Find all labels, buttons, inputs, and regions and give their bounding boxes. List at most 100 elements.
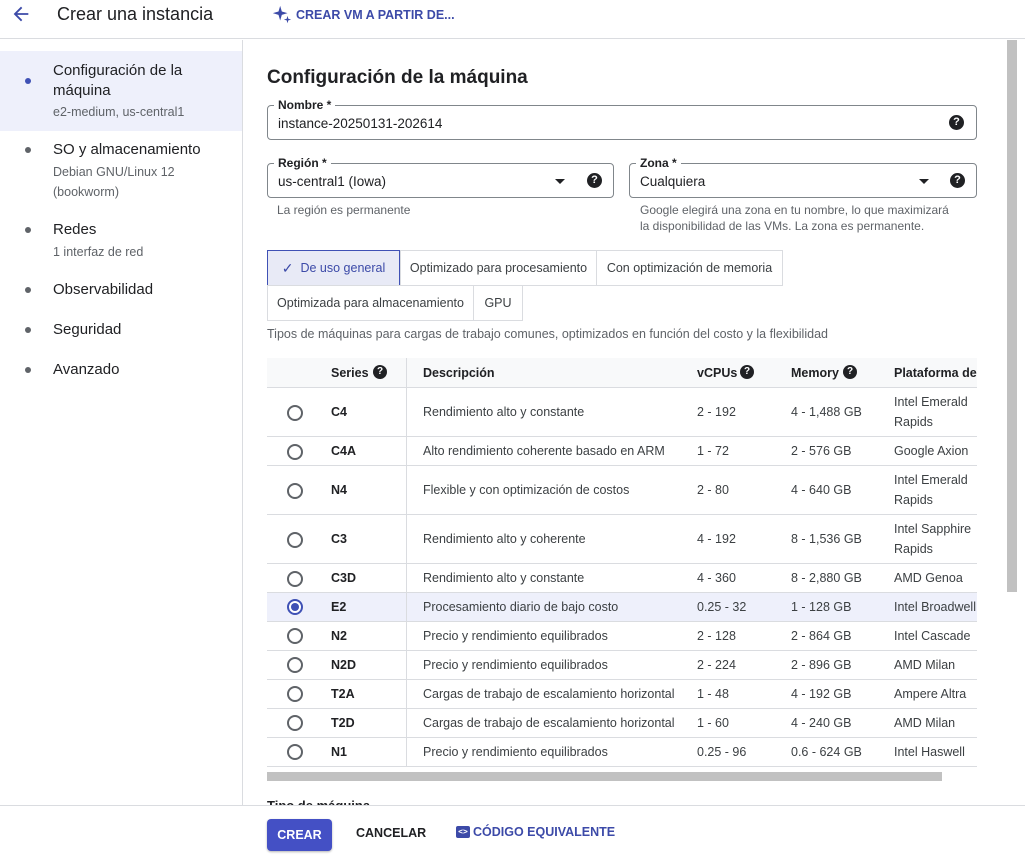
- radio-button[interactable]: [287, 657, 303, 673]
- check-icon: ✓: [281, 259, 294, 276]
- sidebar: Configuración de la máquina e2-medium, u…: [0, 40, 243, 805]
- radio-button[interactable]: [287, 483, 303, 499]
- nav-dot-icon: [25, 367, 31, 373]
- equivalent-code-button[interactable]: <> CÓDIGO EQUIVALENTE: [456, 825, 615, 839]
- memory-cell: 8 - 1,536 GB: [791, 532, 862, 546]
- vcpus-cell: 2 - 80: [697, 483, 729, 497]
- vcpus-cell: 0.25 - 32: [697, 600, 747, 614]
- create-vm-from-button[interactable]: CREAR VM A PARTIR DE...: [271, 3, 455, 27]
- radio-button-selected[interactable]: [287, 599, 303, 615]
- nav-dot-icon: [25, 327, 31, 333]
- zone-hint: Google elegirá una zona en tu nombre, lo…: [640, 203, 949, 233]
- section-title: Configuración de la máquina: [267, 67, 528, 88]
- nav-dot-icon: [25, 227, 31, 233]
- help-icon[interactable]: ?: [843, 365, 857, 379]
- machine-type-heading: Tipo de máquina: [267, 798, 370, 805]
- col-series: Series: [331, 366, 369, 380]
- sidebar-item-observability[interactable]: Observabilidad: [0, 280, 242, 304]
- sidebar-item-label: SO y almacenamiento: [53, 141, 201, 158]
- table-row[interactable]: C3 Rendimiento alto y coherente 4 - 192 …: [267, 515, 977, 564]
- help-icon[interactable]: ?: [949, 115, 964, 130]
- platform-cell: Intel Cascade L: [894, 629, 971, 643]
- zone-field-label: Zona *: [636, 156, 681, 170]
- sidebar-item-label: Avanzado: [53, 361, 120, 378]
- platform-cell: AMD Milan: [894, 658, 956, 672]
- radio-button[interactable]: [287, 444, 303, 460]
- vcpus-cell: 1 - 48: [697, 687, 729, 701]
- description-cell: Rendimiento alto y coherente: [423, 532, 586, 546]
- table-row[interactable]: E2 Procesamiento diario de bajo costo 0.…: [267, 593, 977, 622]
- memory-cell: 4 - 1,488 GB: [791, 405, 862, 419]
- vertical-scrollbar[interactable]: [1007, 40, 1017, 592]
- create-button[interactable]: CREAR: [267, 819, 332, 851]
- platform-cell: Google Axion: [894, 444, 969, 458]
- table-row[interactable]: T2A Cargas de trabajo de escalamiento ho…: [267, 680, 977, 709]
- dropdown-caret-icon: [919, 179, 929, 184]
- radio-button[interactable]: [287, 628, 303, 644]
- zone-select[interactable]: Zona * Cualquiera ?: [629, 156, 977, 198]
- nav-dot-icon: [25, 287, 31, 293]
- table-row[interactable]: N1 Precio y rendimiento equilibrados 0.2…: [267, 738, 977, 767]
- table-row[interactable]: C4A Alto rendimiento coherente basado en…: [267, 437, 977, 466]
- chip-storage-optimized[interactable]: Optimizada para almacenamiento: [267, 285, 474, 321]
- series-cell: C4A: [331, 444, 357, 458]
- col-platform: Plataforma de C: [894, 366, 977, 380]
- sidebar-item-machine-config[interactable]: Configuración de la máquina e2-medium, u…: [0, 51, 242, 131]
- chip-compute-optimized[interactable]: Optimizado para procesamiento: [400, 250, 597, 286]
- chip-general-purpose[interactable]: ✓ De uso general: [267, 250, 400, 286]
- radio-button[interactable]: [287, 744, 303, 760]
- memory-cell: 0.6 - 624 GB: [791, 745, 862, 759]
- sidebar-item-networking[interactable]: Redes 1 interfaz de red: [0, 220, 242, 264]
- radio-button[interactable]: [287, 715, 303, 731]
- footer-actions: CREAR CANCELAR <> CÓDIGO EQUIVALENTE: [0, 805, 1025, 856]
- col-vcpus: vCPUs: [697, 366, 738, 380]
- region-select[interactable]: Región * us-central1 (Iowa) ?: [267, 156, 614, 198]
- chip-memory-optimized[interactable]: Con optimización de memoria: [596, 250, 783, 286]
- name-field-label: Nombre *: [274, 98, 336, 112]
- radio-button[interactable]: [287, 686, 303, 702]
- platform-cell: Intel Broadwell: [894, 600, 976, 614]
- region-field-value: us-central1 (Iowa): [278, 174, 387, 189]
- main-content: Configuración de la máquina Nombre * ins…: [244, 40, 1007, 805]
- help-icon[interactable]: ?: [587, 173, 602, 188]
- sidebar-item-security[interactable]: Seguridad: [0, 320, 242, 344]
- platform-cell: Intel Emerald Rapids: [894, 395, 968, 429]
- region-hint: La región es permanente: [277, 203, 411, 217]
- table-row[interactable]: C4 Rendimiento alto y constante 2 - 192 …: [267, 388, 977, 437]
- help-icon[interactable]: ?: [373, 365, 387, 379]
- table-header: Series ? Descripción vCPUs ? Memory ? Pl…: [267, 358, 977, 388]
- radio-button[interactable]: [287, 571, 303, 587]
- table-row[interactable]: N2D Precio y rendimiento equilibrados 2 …: [267, 651, 977, 680]
- series-cell: N1: [331, 745, 347, 759]
- radio-button[interactable]: [287, 405, 303, 421]
- series-cell: E2: [331, 600, 347, 614]
- description-cell: Precio y rendimiento equilibrados: [423, 629, 608, 643]
- cancel-button[interactable]: CANCELAR: [356, 826, 426, 840]
- platform-cell: Intel Haswell: [894, 745, 965, 759]
- sparkle-icon: [272, 5, 292, 24]
- help-icon[interactable]: ?: [740, 365, 754, 379]
- sidebar-item-advanced[interactable]: Avanzado: [0, 360, 242, 384]
- series-cell: N2D: [331, 658, 357, 672]
- platform-cell: Intel Emerald Rapids: [894, 473, 968, 507]
- help-icon[interactable]: ?: [950, 173, 965, 188]
- memory-cell: 1 - 128 GB: [791, 600, 852, 614]
- description-cell: Cargas de trabajo de escalamiento horizo…: [423, 687, 675, 701]
- name-field[interactable]: Nombre * instance-20250131-202614 ?: [267, 98, 977, 140]
- horizontal-scrollbar[interactable]: [267, 772, 942, 781]
- platform-cell: AMD Milan: [894, 716, 956, 730]
- radio-button[interactable]: [287, 532, 303, 548]
- sidebar-item-os-storage[interactable]: SO y almacenamiento Debian GNU/Linux 12 …: [0, 140, 242, 204]
- description-cell: Procesamiento diario de bajo costo: [423, 600, 619, 614]
- table-row[interactable]: C3D Rendimiento alto y constante 4 - 360…: [267, 564, 977, 593]
- series-cell: T2D: [331, 716, 355, 730]
- chip-gpu[interactable]: GPU: [473, 285, 523, 321]
- table-row[interactable]: N4 Flexible y con optimización de costos…: [267, 466, 977, 515]
- series-cell: C3D: [331, 571, 357, 585]
- table-row[interactable]: T2D Cargas de trabajo de escalamiento ho…: [267, 709, 977, 738]
- series-cell: N2: [331, 629, 347, 643]
- column-divider: [406, 358, 407, 766]
- series-cell: C4: [331, 405, 347, 419]
- back-arrow-icon[interactable]: [10, 3, 32, 25]
- table-row[interactable]: N2 Precio y rendimiento equilibrados 2 -…: [267, 622, 977, 651]
